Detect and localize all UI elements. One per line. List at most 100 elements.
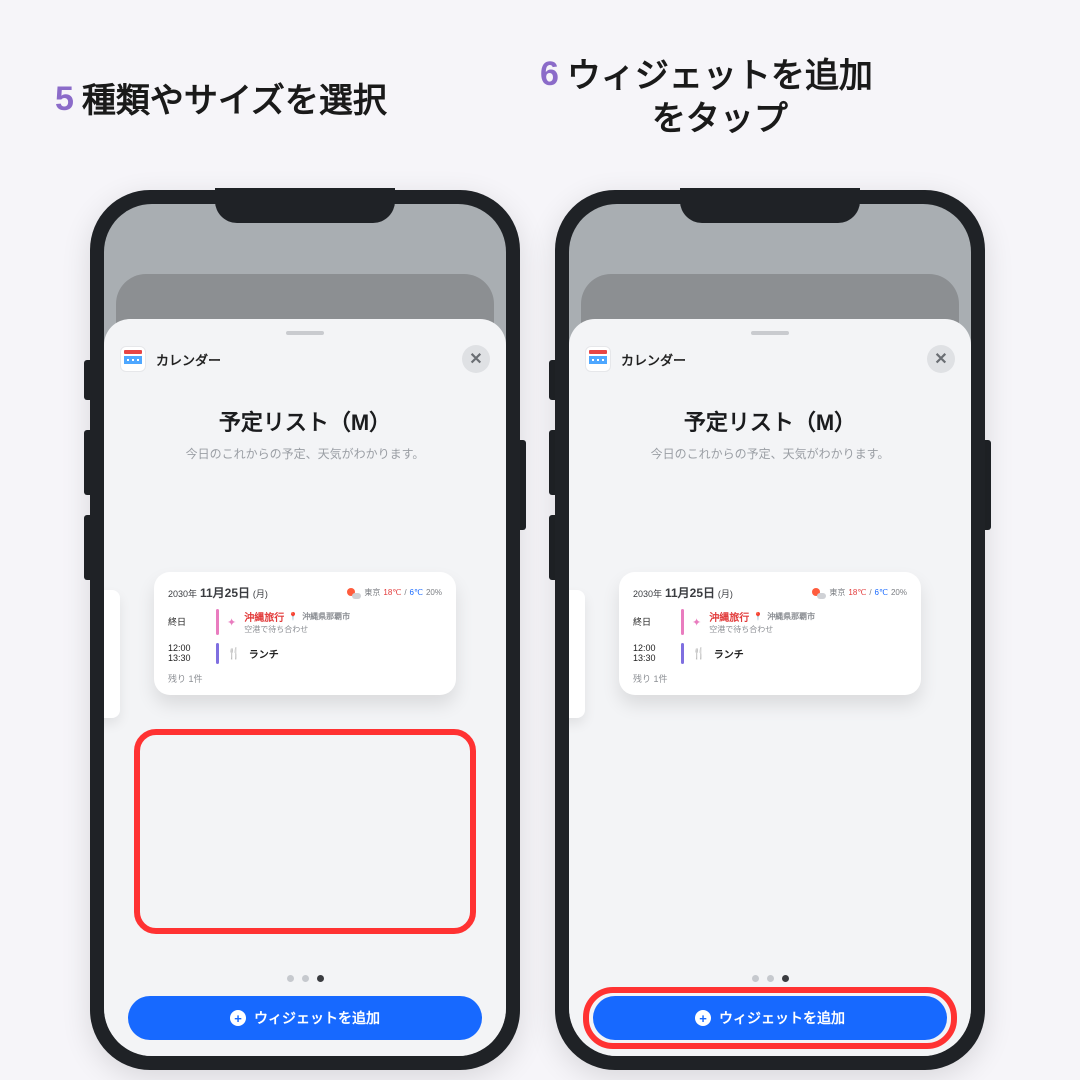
plus-circle-icon: + bbox=[230, 1010, 246, 1026]
remaining-count: 残り 1件 bbox=[633, 672, 907, 685]
event-note: 空港で待ち合わせ bbox=[709, 624, 815, 635]
phone-mockup-step5: カレンダー ✕ 予定リスト（M） 今日のこれからの予定、天気がわかります。 20… bbox=[90, 190, 520, 1070]
sheet-grabber[interactable] bbox=[286, 331, 324, 335]
event-title: ランチ bbox=[249, 646, 279, 661]
event-color-bar bbox=[681, 643, 684, 664]
page-dots[interactable] bbox=[104, 975, 506, 982]
phone-side-button bbox=[520, 440, 526, 530]
previous-widget-peek bbox=[104, 590, 120, 718]
close-icon: ✕ bbox=[469, 349, 482, 369]
event-color-bar bbox=[216, 609, 219, 635]
precip: 20% bbox=[891, 588, 907, 597]
app-name-label: カレンダー bbox=[621, 350, 686, 369]
event-color-bar bbox=[681, 609, 684, 635]
sheet-grabber[interactable] bbox=[751, 331, 789, 335]
weather-icon bbox=[812, 587, 826, 599]
event-color-bar bbox=[216, 643, 219, 664]
temp-high: 18℃ bbox=[848, 588, 866, 597]
event-note: 空港で待ち合わせ bbox=[244, 624, 350, 635]
preview-date: 2030年 11月25日 (月) bbox=[168, 584, 268, 601]
remaining-count: 残り 1件 bbox=[168, 672, 442, 685]
widget-picker-sheet: カレンダー ✕ 予定リスト（M） 今日のこれからの予定、天気がわかります。 20… bbox=[104, 319, 506, 1056]
step-text: 種類やサイズを選択 bbox=[82, 80, 387, 123]
page-dot-active bbox=[782, 975, 789, 982]
close-icon: ✕ bbox=[934, 349, 947, 369]
event-time: 12:00 13:30 bbox=[168, 643, 208, 664]
widget-picker-sheet: カレンダー ✕ 予定リスト（M） 今日のこれからの予定、天気がわかります。 20… bbox=[569, 319, 971, 1056]
widget-preview-area[interactable]: 2030年 11月25日 (月) 東京 18℃ / 6℃ 20% bbox=[569, 552, 971, 782]
close-button[interactable]: ✕ bbox=[462, 345, 490, 373]
event-time: 12:00 13:30 bbox=[633, 643, 673, 664]
page-dot bbox=[767, 975, 774, 982]
event-location: 沖縄県那覇市 bbox=[302, 611, 350, 622]
event-row: 終日 ✦ 沖縄旅行 📍 沖縄県那覇市 空港で待ち合わせ bbox=[168, 609, 442, 635]
weather-icon bbox=[347, 587, 361, 599]
location-pin-icon: 📍 bbox=[753, 612, 763, 621]
page-dot-active bbox=[317, 975, 324, 982]
sheet-header: カレンダー ✕ bbox=[104, 345, 506, 387]
event-location: 沖縄県那覇市 bbox=[767, 611, 815, 622]
add-widget-label: ウィジェットを追加 bbox=[719, 1008, 845, 1028]
step-5-heading: 5 種類やサイズを選択 bbox=[55, 80, 387, 123]
precip: 20% bbox=[426, 588, 442, 597]
sheet-header: カレンダー ✕ bbox=[569, 345, 971, 387]
calendar-app-icon bbox=[585, 346, 611, 372]
widget-title: 予定リスト（M） bbox=[104, 405, 506, 437]
phone-notch bbox=[215, 188, 395, 223]
step-6-heading: 6 ウィジェットを追加 をタップ bbox=[540, 55, 873, 140]
event-time: 終日 bbox=[168, 617, 208, 627]
previous-widget-peek bbox=[569, 590, 585, 718]
event-row: 12:00 13:30 🍴 ランチ bbox=[633, 643, 907, 664]
event-body: ランチ bbox=[249, 646, 279, 661]
weather-location: 東京 bbox=[364, 587, 380, 598]
event-body: 沖縄旅行 📍 沖縄県那覇市 空港で待ち合わせ bbox=[244, 609, 350, 635]
step-number: 6 bbox=[540, 55, 559, 94]
preview-date: 2030年 11月25日 (月) bbox=[633, 584, 733, 601]
add-widget-button[interactable]: + ウィジェットを追加 bbox=[128, 996, 482, 1040]
page-dot bbox=[302, 975, 309, 982]
phone-screen: カレンダー ✕ 予定リスト（M） 今日のこれからの予定、天気がわかります。 20… bbox=[569, 204, 971, 1056]
widget-preview-area[interactable]: 2030年 11月25日 (月) 東京 18℃ / 6℃ 20% bbox=[104, 552, 506, 782]
phone-body: カレンダー ✕ 予定リスト（M） 今日のこれからの予定、天気がわかります。 20… bbox=[555, 190, 985, 1070]
app-name-label: カレンダー bbox=[156, 350, 221, 369]
widget-subtitle: 今日のこれからの予定、天気がわかります。 bbox=[569, 445, 971, 462]
phone-screen: カレンダー ✕ 予定リスト（M） 今日のこれからの予定、天気がわかります。 20… bbox=[104, 204, 506, 1056]
event-body: ランチ bbox=[714, 646, 744, 661]
close-button[interactable]: ✕ bbox=[927, 345, 955, 373]
temp-low: 6℃ bbox=[875, 588, 888, 597]
phone-side-button bbox=[985, 440, 991, 530]
temp-high: 18℃ bbox=[383, 588, 401, 597]
event-time: 終日 bbox=[633, 617, 673, 627]
plus-circle-icon: + bbox=[695, 1010, 711, 1026]
preview-weather: 東京 18℃ / 6℃ 20% bbox=[347, 587, 442, 599]
event-title: 沖縄旅行 📍 沖縄県那覇市 bbox=[709, 609, 815, 624]
widget-title: 予定リスト（M） bbox=[569, 405, 971, 437]
step-text: ウィジェットを追加 をタップ bbox=[567, 55, 873, 140]
page-dot bbox=[287, 975, 294, 982]
event-title: 沖縄旅行 📍 沖縄県那覇市 bbox=[244, 609, 350, 624]
location-pin-icon: 📍 bbox=[288, 612, 298, 621]
sparkle-icon: ✦ bbox=[692, 616, 701, 629]
phone-notch bbox=[680, 188, 860, 223]
event-body: 沖縄旅行 📍 沖縄県那覇市 空港で待ち合わせ bbox=[709, 609, 815, 635]
widget-preview-card: 2030年 11月25日 (月) 東京 18℃ / 6℃ 20% bbox=[619, 572, 921, 695]
sparkle-icon: ✦ bbox=[227, 616, 236, 629]
widget-subtitle: 今日のこれからの予定、天気がわかります。 bbox=[104, 445, 506, 462]
page-dots[interactable] bbox=[569, 975, 971, 982]
fork-icon: 🍴 bbox=[692, 647, 706, 660]
event-row: 終日 ✦ 沖縄旅行 📍 沖縄県那覇市 空港で待ち合わせ bbox=[633, 609, 907, 635]
add-widget-button[interactable]: + ウィジェットを追加 bbox=[593, 996, 947, 1040]
preview-weather: 東京 18℃ / 6℃ 20% bbox=[812, 587, 907, 599]
weather-location: 東京 bbox=[829, 587, 845, 598]
event-title: ランチ bbox=[714, 646, 744, 661]
step-number: 5 bbox=[55, 80, 74, 119]
fork-icon: 🍴 bbox=[227, 647, 241, 660]
widget-preview-card: 2030年 11月25日 (月) 東京 18℃ / 6℃ 20% bbox=[154, 572, 456, 695]
calendar-app-icon bbox=[120, 346, 146, 372]
phone-mockup-step6: カレンダー ✕ 予定リスト（M） 今日のこれからの予定、天気がわかります。 20… bbox=[555, 190, 985, 1070]
add-widget-label: ウィジェットを追加 bbox=[254, 1008, 380, 1028]
phone-body: カレンダー ✕ 予定リスト（M） 今日のこれからの予定、天気がわかります。 20… bbox=[90, 190, 520, 1070]
preview-top-row: 2030年 11月25日 (月) 東京 18℃ / 6℃ 20% bbox=[168, 584, 442, 601]
page-dot bbox=[752, 975, 759, 982]
preview-top-row: 2030年 11月25日 (月) 東京 18℃ / 6℃ 20% bbox=[633, 584, 907, 601]
